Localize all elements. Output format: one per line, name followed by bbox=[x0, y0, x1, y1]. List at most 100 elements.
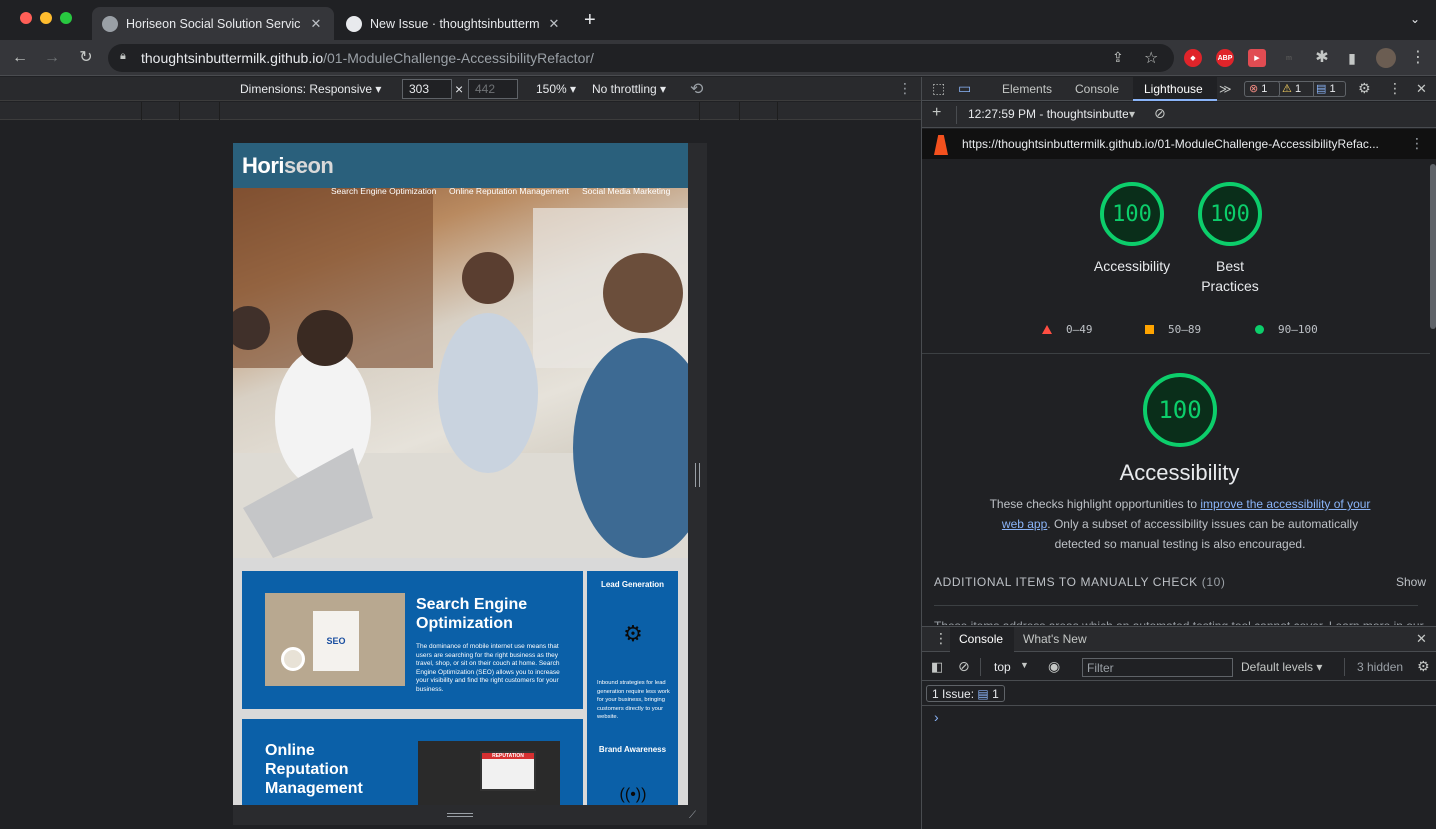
report-dropdown-icon[interactable]: ▾ bbox=[1129, 107, 1135, 121]
rotate-icon[interactable]: ⟲ bbox=[690, 79, 703, 99]
profile-avatar[interactable] bbox=[1376, 48, 1396, 68]
device-more-icon[interactable]: ⋮ bbox=[898, 80, 912, 97]
settings-gear-icon[interactable]: ⚙ bbox=[1358, 80, 1371, 97]
console-sidebar-icon[interactable]: ◧ bbox=[931, 659, 943, 675]
error-counter[interactable]: ⊗ 1 bbox=[1244, 81, 1280, 97]
tab-title: Horiseon Social Solution Servic bbox=[126, 16, 301, 31]
issues-label: 1 Issue: bbox=[932, 687, 975, 701]
drawer-menu-icon[interactable]: ⋮ bbox=[934, 630, 948, 647]
side-panel-icon[interactable]: ▮ bbox=[1342, 48, 1362, 68]
adblock-plus-icon[interactable]: ABP bbox=[1216, 49, 1234, 67]
context-dropdown-icon[interactable]: ▼ bbox=[1020, 660, 1029, 670]
height-input[interactable]: 442 bbox=[468, 79, 518, 99]
manual-checks-heading[interactable]: ADDITIONAL ITEMS TO MANUALLY CHECK (10) bbox=[934, 575, 1225, 589]
nav-smm-link[interactable]: Social Media Marketing bbox=[582, 188, 670, 196]
extensions-puzzle-icon[interactable]: ✱ bbox=[1312, 48, 1332, 68]
maximize-window-button[interactable] bbox=[60, 12, 72, 24]
nav-seo-link[interactable]: Search Engine Optimization bbox=[331, 188, 436, 196]
desc-text: . Only a subset of accessibility issues … bbox=[1047, 517, 1359, 551]
address-bar[interactable]: 🔒︎ thoughtsinbuttermilk.github.io/01-Mod… bbox=[108, 44, 1174, 72]
coffee-cup bbox=[281, 647, 305, 671]
manual-checks-count: (10) bbox=[1201, 575, 1226, 589]
nav-orm-link[interactable]: Online Reputation Management bbox=[449, 188, 569, 196]
lighthouse-logo-icon bbox=[934, 135, 948, 155]
tab-elements[interactable]: Elements bbox=[1002, 82, 1052, 96]
tab-console[interactable]: Console bbox=[1075, 82, 1119, 96]
zoom-dropdown[interactable]: 150% ▾ bbox=[536, 82, 576, 96]
laptop-screen: REPUTATION bbox=[480, 751, 536, 791]
corner-resize-icon[interactable]: ⟋ bbox=[689, 810, 696, 821]
clear-console-icon[interactable]: ⊘ bbox=[958, 658, 970, 675]
live-expression-eye-icon[interactable]: ◉ bbox=[1048, 658, 1060, 675]
share-icon[interactable]: ⇪ bbox=[1112, 49, 1124, 66]
clear-reports-icon[interactable]: ⊘ bbox=[1154, 105, 1166, 122]
seo-notebook: SEO bbox=[313, 611, 359, 671]
hero-image: Search Engine Optimization Online Reputa… bbox=[233, 188, 688, 558]
browser-menu-icon[interactable]: ⋮ bbox=[1408, 48, 1428, 68]
warning-counter[interactable]: ⚠ 1 bbox=[1278, 81, 1314, 97]
log-levels-dropdown[interactable]: Default levels ▾ bbox=[1241, 660, 1322, 674]
close-devtools-icon[interactable]: ✕ bbox=[1416, 81, 1427, 97]
close-drawer-icon[interactable]: ✕ bbox=[1416, 631, 1427, 647]
report-selector[interactable]: 12:27:59 PM - thoughtsinbutte bbox=[968, 107, 1128, 121]
devtools-menu-icon[interactable]: ⋮ bbox=[1388, 80, 1402, 97]
extension-shield-icon[interactable]: ◆ bbox=[1184, 49, 1202, 67]
accessibility-description: These checks highlight opportunities to … bbox=[978, 494, 1382, 554]
hidden-messages-count: 3 hidden bbox=[1357, 660, 1404, 674]
new-tab-button[interactable]: + bbox=[584, 9, 596, 32]
width-input[interactable]: 303 bbox=[402, 79, 452, 99]
url-text[interactable]: thoughtsinbuttermilk.github.io/01-Module… bbox=[141, 50, 594, 66]
issues-button[interactable]: 1 Issue: ▤ 1 bbox=[926, 685, 1005, 702]
seo-image: SEO bbox=[265, 593, 405, 686]
resize-grip-icon bbox=[447, 813, 473, 817]
context-selector[interactable]: top bbox=[994, 660, 1011, 674]
device-toggle-icon[interactable]: ▭ bbox=[958, 80, 971, 97]
resize-handle-right[interactable] bbox=[688, 143, 707, 805]
issues-bar: 1 Issue: ▤ 1 bbox=[922, 682, 1436, 706]
inspect-element-icon[interactable]: ⬚ bbox=[932, 80, 945, 97]
fail-legend-label: 0–49 bbox=[1066, 323, 1093, 336]
more-tabs-icon[interactable]: ≫ bbox=[1219, 82, 1232, 96]
seo-body: The dominance of mobile internet use mea… bbox=[416, 643, 560, 693]
drawer-tab-console[interactable]: Console bbox=[959, 632, 1003, 646]
close-tab-icon[interactable]: ✕ bbox=[546, 16, 562, 32]
site-logo[interactable]: Horiseon bbox=[242, 153, 334, 179]
issue-icon: ▤ bbox=[977, 687, 989, 701]
devtools-tabbar: ⬚ ▭ Elements Console Lighthouse ≫ ⊗ 1 ⚠ … bbox=[922, 77, 1436, 101]
close-window-button[interactable] bbox=[20, 12, 32, 24]
console-filter-input[interactable]: Filter bbox=[1082, 658, 1233, 677]
bookmark-star-icon[interactable]: ☆ bbox=[1144, 48, 1158, 68]
devtools-scrollbar[interactable] bbox=[1430, 164, 1436, 329]
logo-rest: seon bbox=[284, 153, 334, 178]
brand-awareness-icon: ((•)) bbox=[619, 786, 647, 803]
issues-counter[interactable]: ▤ 1 bbox=[1312, 81, 1346, 97]
seo-section: SEO Search Engine Optimization The domin… bbox=[242, 571, 583, 709]
report-url[interactable]: https://thoughtsinbuttermilk.github.io/0… bbox=[962, 137, 1398, 151]
best-practices-score-gauge[interactable]: 100 bbox=[1198, 182, 1262, 246]
screen-recorder-icon[interactable]: ▶ bbox=[1248, 49, 1266, 67]
throttling-dropdown[interactable]: No throttling ▾ bbox=[592, 82, 666, 96]
drawer-tab-whats-new[interactable]: What's New bbox=[1023, 632, 1087, 646]
browser-tab-new-issue[interactable]: New Issue · thoughtsinbutterm ✕ bbox=[336, 7, 572, 40]
dimensions-dropdown[interactable]: Dimensions: Responsive ▾ bbox=[240, 82, 381, 96]
tab-search-icon[interactable]: ⌄ bbox=[1410, 12, 1420, 26]
accessibility-score-gauge[interactable]: 100 bbox=[1100, 182, 1164, 246]
new-report-icon[interactable]: + bbox=[932, 104, 941, 122]
forward-icon[interactable]: → bbox=[42, 48, 62, 68]
section-divider bbox=[922, 353, 1430, 354]
show-manual-checks-button[interactable]: Show bbox=[1396, 575, 1426, 589]
console-settings-gear-icon[interactable]: ⚙ bbox=[1417, 658, 1430, 675]
desc-text: These checks highlight opportunities to bbox=[989, 497, 1201, 511]
minimize-window-button[interactable] bbox=[40, 12, 52, 24]
browser-tab-horiseon[interactable]: Horiseon Social Solution Servic ✕ bbox=[92, 7, 334, 40]
emulated-page: Horiseon Search Engine Optimization Onli… bbox=[233, 143, 688, 805]
resize-handle-bottom[interactable]: ⟋ bbox=[233, 805, 707, 825]
report-menu-icon[interactable]: ⋮ bbox=[1410, 135, 1424, 152]
reload-icon[interactable]: ↻ bbox=[76, 48, 96, 68]
browser-toolbar: ← → ↻ 🔒︎ thoughtsinbuttermilk.github.io/… bbox=[0, 40, 1436, 76]
tab-lighthouse[interactable]: Lighthouse bbox=[1144, 82, 1203, 96]
console-prompt[interactable]: › bbox=[934, 709, 939, 725]
back-icon[interactable]: ← bbox=[10, 48, 30, 68]
extension-m-icon[interactable]: m bbox=[1280, 49, 1298, 67]
close-tab-icon[interactable]: ✕ bbox=[308, 16, 324, 32]
